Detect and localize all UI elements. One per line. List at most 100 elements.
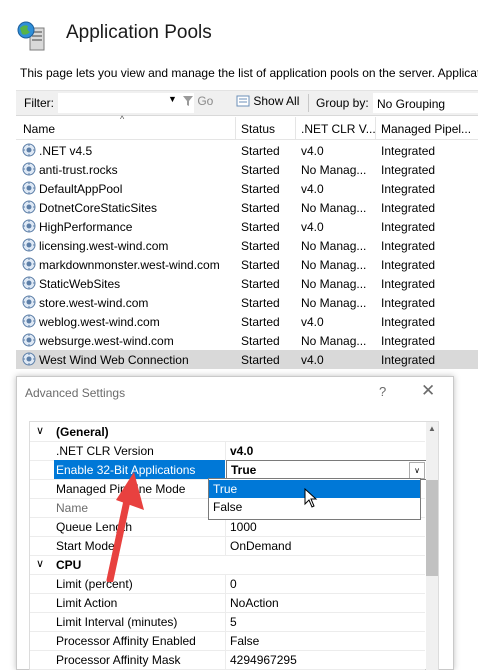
- column-header-clr[interactable]: .NET CLR V...: [301, 122, 376, 136]
- table-row[interactable]: West Wind Web Connection Started v4.0 Integ…: [16, 350, 478, 369]
- column-divider: [295, 117, 296, 139]
- table-row[interactable]: anti-trust.rocks Started No Manag... Integr…: [16, 160, 478, 179]
- table-row[interactable]: DotnetCoreStaticSites Started No Manag... I…: [16, 198, 478, 217]
- sort-ascending-icon: ^: [120, 114, 125, 124]
- property-divider: [225, 593, 226, 612]
- pool-pipeline-mode: Integrated: [381, 144, 436, 158]
- mouse-pointer-icon: [304, 488, 318, 508]
- funnel-icon: [183, 96, 193, 106]
- table-row[interactable]: licensing.west-wind.com Started No Manag..…: [16, 236, 478, 255]
- toolbar-divider: [308, 94, 309, 112]
- app-pool-icon: [22, 238, 36, 252]
- help-icon[interactable]: ?: [379, 384, 386, 399]
- property-row[interactable]: Processor Affinity Mask 4294967295: [30, 650, 425, 670]
- pool-pipeline-mode: Integrated: [381, 315, 436, 329]
- property-row[interactable]: Limit Action NoAction: [30, 593, 425, 613]
- property-divider: [225, 441, 226, 460]
- category-label: CPU: [56, 558, 82, 572]
- pool-name: weblog.west-wind.com: [39, 315, 160, 329]
- pool-clr-version: No Manag...: [301, 201, 367, 215]
- table-row[interactable]: HighPerformance Started v4.0 Integrated: [16, 217, 478, 236]
- pool-pipeline-mode: Integrated: [381, 277, 436, 291]
- property-row[interactable]: Queue Length 1000: [30, 517, 425, 537]
- property-row-selected[interactable]: Enable 32-Bit Applications True ∨: [30, 460, 427, 480]
- app-pool-icon: [22, 257, 36, 271]
- collapse-chevron-icon[interactable]: ∨: [36, 557, 44, 570]
- filter-toolbar: Filter: ▼ Go Show All Group by: No Group…: [16, 90, 478, 116]
- pool-clr-version: v4.0: [301, 144, 324, 158]
- enable-32bit-select[interactable]: True ∨: [226, 460, 427, 480]
- go-button[interactable]: Go: [182, 94, 213, 108]
- property-name: Name: [56, 501, 89, 515]
- column-header-pipeline[interactable]: Managed Pipel...: [381, 122, 473, 136]
- property-row[interactable]: Processor Affinity Enabled False: [30, 631, 425, 651]
- column-header-name[interactable]: Name: [23, 122, 55, 136]
- pool-name: DotnetCoreStaticSites: [39, 201, 158, 215]
- property-name: Limit Interval (minutes): [56, 615, 178, 629]
- pool-status: Started: [241, 277, 280, 291]
- column-divider: [375, 117, 376, 139]
- category-general[interactable]: ∨ (General): [30, 422, 425, 442]
- chevron-down-icon[interactable]: ∨: [409, 462, 425, 479]
- table-row[interactable]: StaticWebSites Started No Manag... Integrat…: [16, 274, 478, 293]
- pool-status: Started: [241, 144, 280, 158]
- filter-dropdown-arrow-icon[interactable]: ▼: [168, 94, 177, 104]
- pool-name: websurge.west-wind.com: [39, 334, 174, 348]
- app-pool-icon: [22, 143, 36, 157]
- pool-name: anti-trust.rocks: [39, 163, 118, 177]
- close-icon[interactable]: ✕: [421, 381, 435, 401]
- property-value: 5: [230, 615, 237, 629]
- app-pool-icon: [22, 276, 36, 290]
- scrollbar-thumb[interactable]: [426, 480, 438, 576]
- collapse-chevron-icon[interactable]: ∨: [36, 424, 44, 437]
- pool-clr-version: v4.0: [301, 220, 324, 234]
- property-value: False: [230, 634, 260, 648]
- app-pool-icon: [22, 219, 36, 233]
- pool-pipeline-mode: Integrated: [381, 353, 436, 367]
- table-row[interactable]: DefaultAppPool Started v4.0 Integrated: [16, 179, 478, 198]
- table-row[interactable]: markdownmonster.west-wind.com Started No M…: [16, 255, 478, 274]
- app-pool-icon: [22, 200, 36, 214]
- property-row[interactable]: .NET CLR Version v4.0: [30, 441, 425, 461]
- app-pool-icon: [22, 333, 36, 347]
- pool-status: Started: [241, 296, 280, 310]
- group-by-select[interactable]: No Grouping: [373, 93, 478, 113]
- property-row[interactable]: Limit (percent) 0: [30, 574, 425, 594]
- pool-pipeline-mode: Integrated: [381, 182, 436, 196]
- app-pool-icon: [22, 352, 36, 366]
- column-header-status[interactable]: Status: [241, 122, 275, 136]
- pool-status: Started: [241, 334, 280, 348]
- show-all-icon: [236, 95, 250, 107]
- category-cpu[interactable]: ∨ CPU: [30, 555, 425, 575]
- property-divider: [225, 631, 226, 650]
- property-divider: [225, 574, 226, 593]
- pool-clr-version: No Manag...: [301, 334, 367, 348]
- property-divider: [225, 612, 226, 631]
- pool-status: Started: [241, 201, 280, 215]
- property-row[interactable]: Limit Interval (minutes) 5: [30, 612, 425, 632]
- pool-clr-version: No Manag...: [301, 163, 367, 177]
- pool-name: DefaultAppPool: [39, 182, 123, 196]
- table-row[interactable]: websurge.west-wind.com Started No Manag...…: [16, 331, 478, 350]
- table-row[interactable]: .NET v4.5 Started v4.0 Integrated: [16, 141, 478, 160]
- table-row[interactable]: store.west-wind.com Started No Manag... Int…: [16, 293, 478, 312]
- pool-name: StaticWebSites: [39, 277, 121, 291]
- category-label: (General): [56, 425, 109, 439]
- property-row[interactable]: Start Mode OnDemand: [30, 536, 425, 556]
- property-value: OnDemand: [230, 539, 292, 553]
- app-pool-icon: [22, 314, 36, 328]
- option-label: True: [213, 482, 238, 496]
- show-all-button[interactable]: Show All: [236, 94, 299, 108]
- show-all-label: Show All: [253, 94, 300, 108]
- table-row[interactable]: weblog.west-wind.com Started v4.0 Integrate…: [16, 312, 478, 331]
- pool-pipeline-mode: Integrated: [381, 239, 436, 253]
- app-pools-grid: ^ Name Status .NET CLR V... Managed Pipe…: [16, 114, 478, 369]
- pool-status: Started: [241, 315, 280, 329]
- property-name: Processor Affinity Enabled: [56, 634, 196, 648]
- pool-name: West Wind Web Connection: [39, 353, 189, 367]
- property-value: 1000: [230, 520, 257, 534]
- property-name: .NET CLR Version: [56, 444, 154, 458]
- scroll-up-arrow-icon[interactable]: ▲: [428, 424, 436, 433]
- dialog-title: Advanced Settings: [25, 386, 126, 400]
- pool-name: .NET v4.5: [39, 144, 93, 158]
